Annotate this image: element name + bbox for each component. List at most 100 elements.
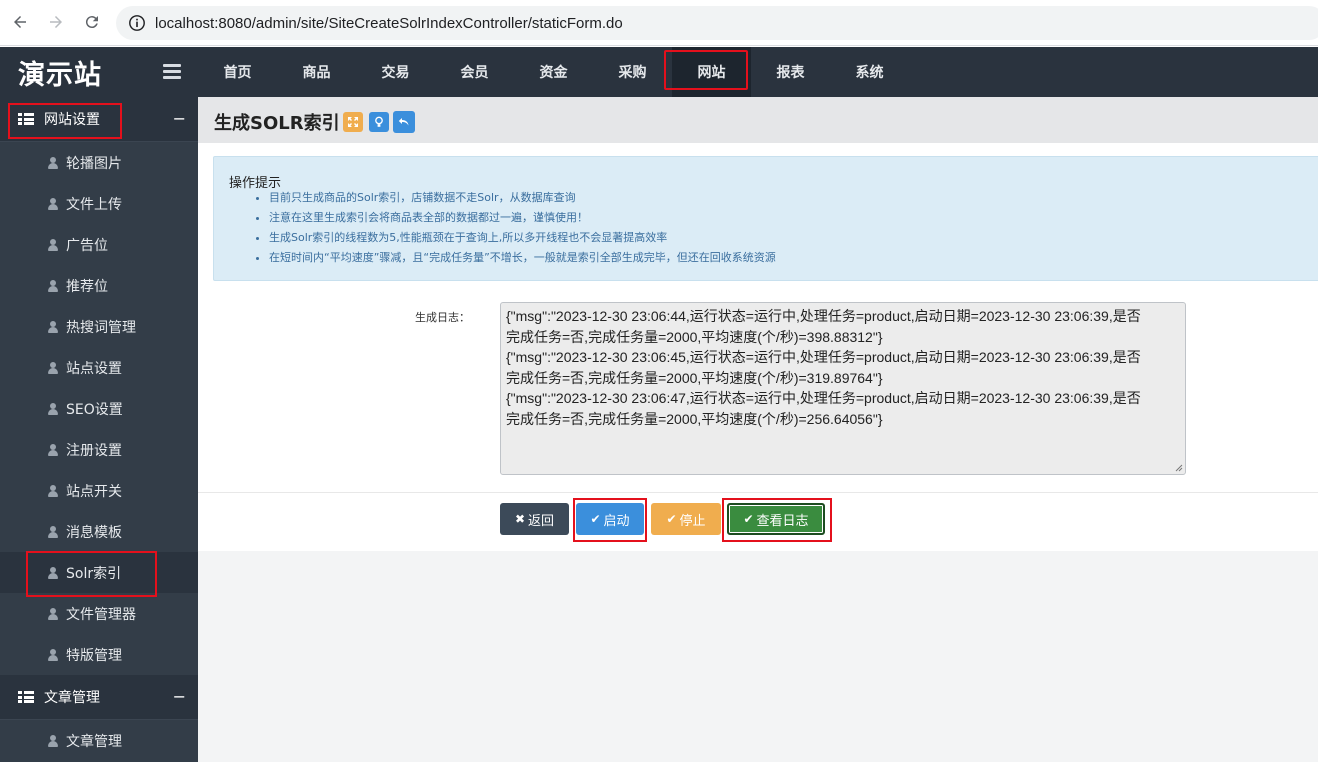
sidebar-item-message-template[interactable]: 消息模板 <box>0 511 198 552</box>
action-bar: ✖ 返回 ✔ 启动 ✔ 停止 ✔ 查看日志 <box>198 492 1318 551</box>
user-icon <box>48 566 58 579</box>
tip-item: 注意在这里生成索引会将商品表全部的数据都过一遍，谨慎使用！ <box>269 208 776 228</box>
sidebar-item-recommend-slot[interactable]: 推荐位 <box>0 265 198 306</box>
nav-member[interactable]: 会员 <box>435 47 514 97</box>
sidebar-item-carousel[interactable]: 轮播图片 <box>0 142 198 183</box>
back-button-label: 返回 <box>528 513 555 529</box>
sidebar-item-ad-slot[interactable]: 广告位 <box>0 224 198 265</box>
sidebar-item-label: SEO设置 <box>66 401 123 418</box>
user-icon <box>48 484 58 497</box>
nav-purchase[interactable]: 采购 <box>593 47 672 97</box>
sidebar-item-label: 推荐位 <box>66 278 108 295</box>
resize-handle-icon[interactable] <box>1175 464 1183 472</box>
sidebar-item-seo-settings[interactable]: SEO设置 <box>0 388 198 429</box>
sidebar-group-article-management[interactable]: 文章管理 − <box>0 675 198 720</box>
tip-item: 在短时间内“平均速度”骤减，且“完成任务量”不增长，一般就是索引全部生成完毕，但… <box>269 248 776 268</box>
stop-button-label: 停止 <box>679 513 706 529</box>
sidebar-group-label: 文章管理 <box>44 690 100 706</box>
sidebar-item-register-settings[interactable]: 注册设置 <box>0 429 198 470</box>
reload-icon[interactable] <box>80 10 104 34</box>
sidebar-item-label: 注册设置 <box>66 442 122 459</box>
site-logo: 演示站 <box>18 60 102 91</box>
nav-home[interactable]: 首页 <box>198 47 277 97</box>
main-content: 生成SOLR索引 操作提示 目前只生成商品的Solr索引，店铺数据不走Solr，… <box>198 97 1318 762</box>
site-info-icon[interactable] <box>128 14 146 32</box>
log-line: 完成任务=否,完成任务量=2000,平均速度(个/秒)=398.88312"} <box>506 328 883 345</box>
log-line: 完成任务=否,完成任务量=2000,平均速度(个/秒)=319.89764"} <box>506 369 883 386</box>
log-textarea[interactable]: {"msg":"2023-12-30 23:06:44,运行状态=运行中,处理任… <box>500 302 1186 475</box>
undo-icon[interactable] <box>393 111 415 133</box>
url-text[interactable]: localhost:8080/admin/site/SiteCreateSolr… <box>155 15 623 32</box>
menu-toggle-icon[interactable] <box>163 64 181 80</box>
collapse-icon[interactable]: − <box>173 109 186 128</box>
tip-item: 生成Solr索引的线程数为5,性能瓶颈在于查询上,所以多开线程也不会显著提高效率 <box>269 228 776 248</box>
sidebar-item-solr-index[interactable]: Solr索引 <box>0 551 198 597</box>
tip-item: 目前只生成商品的Solr索引，店铺数据不走Solr，从数据库查询 <box>269 188 776 208</box>
sidebar-item-label: 文件上传 <box>66 196 122 213</box>
list-icon <box>18 691 34 703</box>
log-label: 生成日志： <box>415 311 470 324</box>
address-bar[interactable]: localhost:8080/admin/site/SiteCreateSolr… <box>116 6 1318 40</box>
user-icon <box>48 648 58 661</box>
sidebar-group-website-settings[interactable]: 网站设置 − <box>0 97 198 142</box>
sidebar-group-label: 网站设置 <box>44 112 100 128</box>
nav-funds[interactable]: 资金 <box>514 47 593 97</box>
sidebar-item-file-manager[interactable]: 文件管理器 <box>0 593 198 634</box>
log-line: {"msg":"2023-12-30 23:06:47,运行状态=运行中,处理任… <box>506 390 1141 406</box>
user-icon <box>48 197 58 210</box>
form-panel: 操作提示 目前只生成商品的Solr索引，店铺数据不走Solr，从数据库查询 注意… <box>198 143 1318 551</box>
user-icon <box>48 156 58 169</box>
check-icon: ✔ <box>666 512 677 526</box>
sidebar-item-hot-words[interactable]: 热搜词管理 <box>0 306 198 347</box>
sidebar-item-label: 文章管理 <box>66 733 122 750</box>
browser-toolbar: localhost:8080/admin/site/SiteCreateSolr… <box>0 0 1318 46</box>
user-icon <box>48 525 58 538</box>
tips-list: 目前只生成商品的Solr索引，店铺数据不走Solr，从数据库查询 注意在这里生成… <box>229 188 776 268</box>
user-icon <box>48 279 58 292</box>
user-icon <box>48 320 58 333</box>
user-icon <box>48 402 58 415</box>
sidebar-item-label: 轮播图片 <box>66 155 122 172</box>
nav-website[interactable]: 网站 <box>664 47 751 97</box>
sidebar-item-article-management[interactable]: 文章管理 <box>0 720 198 761</box>
forward-arrow-icon[interactable] <box>44 10 68 34</box>
sidebar-item-label: 消息模板 <box>66 524 122 541</box>
app-header: 演示站 首页 商品 交易 会员 资金 采购 网站 报表 系统 <box>0 47 1318 97</box>
sidebar: 网站设置 − 轮播图片 文件上传 广告位 推荐位 热搜词管理 站点设置 SEO设… <box>0 97 198 762</box>
log-line: 完成任务=否,完成任务量=2000,平均速度(个/秒)=256.64056"} <box>506 410 883 427</box>
sidebar-item-site-settings[interactable]: 站点设置 <box>0 347 198 388</box>
sidebar-item-file-upload[interactable]: 文件上传 <box>0 183 198 224</box>
sidebar-item-label: 文件管理器 <box>66 606 136 623</box>
stop-button[interactable]: ✔ 停止 <box>651 503 721 535</box>
user-icon <box>48 607 58 620</box>
list-icon <box>18 113 34 125</box>
tips-box: 操作提示 目前只生成商品的Solr索引，店铺数据不走Solr，从数据库查询 注意… <box>213 156 1318 281</box>
user-icon <box>48 734 58 747</box>
start-highlight-box <box>573 498 647 542</box>
sidebar-item-label: 站点设置 <box>66 360 122 377</box>
back-arrow-icon[interactable] <box>8 10 32 34</box>
sidebar-item-site-switch[interactable]: 站点开关 <box>0 470 198 511</box>
sidebar-item-label: 热搜词管理 <box>66 319 136 336</box>
view-log-highlight-box <box>722 498 832 542</box>
nav-trade[interactable]: 交易 <box>356 47 435 97</box>
sidebar-item-label: 站点开关 <box>66 483 122 500</box>
fullscreen-icon[interactable] <box>343 112 363 132</box>
page-title-bar: 生成SOLR索引 <box>198 97 1318 143</box>
lightbulb-icon[interactable] <box>369 112 389 132</box>
back-button[interactable]: ✖ 返回 <box>500 503 569 535</box>
page-title: 生成SOLR索引 <box>214 113 340 134</box>
nav-report[interactable]: 报表 <box>751 47 830 97</box>
top-nav: 首页 商品 交易 会员 资金 采购 网站 报表 系统 <box>198 47 909 97</box>
user-icon <box>48 238 58 251</box>
collapse-icon[interactable]: − <box>173 687 186 706</box>
nav-goods[interactable]: 商品 <box>277 47 356 97</box>
log-line: {"msg":"2023-12-30 23:06:44,运行状态=运行中,处理任… <box>506 308 1141 324</box>
user-icon <box>48 361 58 374</box>
nav-system[interactable]: 系统 <box>830 47 909 97</box>
sidebar-item-special-edition[interactable]: 特版管理 <box>0 634 198 675</box>
sidebar-item-label: Solr索引 <box>66 565 122 582</box>
close-icon: ✖ <box>514 512 526 526</box>
sidebar-item-label: 广告位 <box>66 237 108 254</box>
log-line: {"msg":"2023-12-30 23:06:45,运行状态=运行中,处理任… <box>506 349 1141 365</box>
